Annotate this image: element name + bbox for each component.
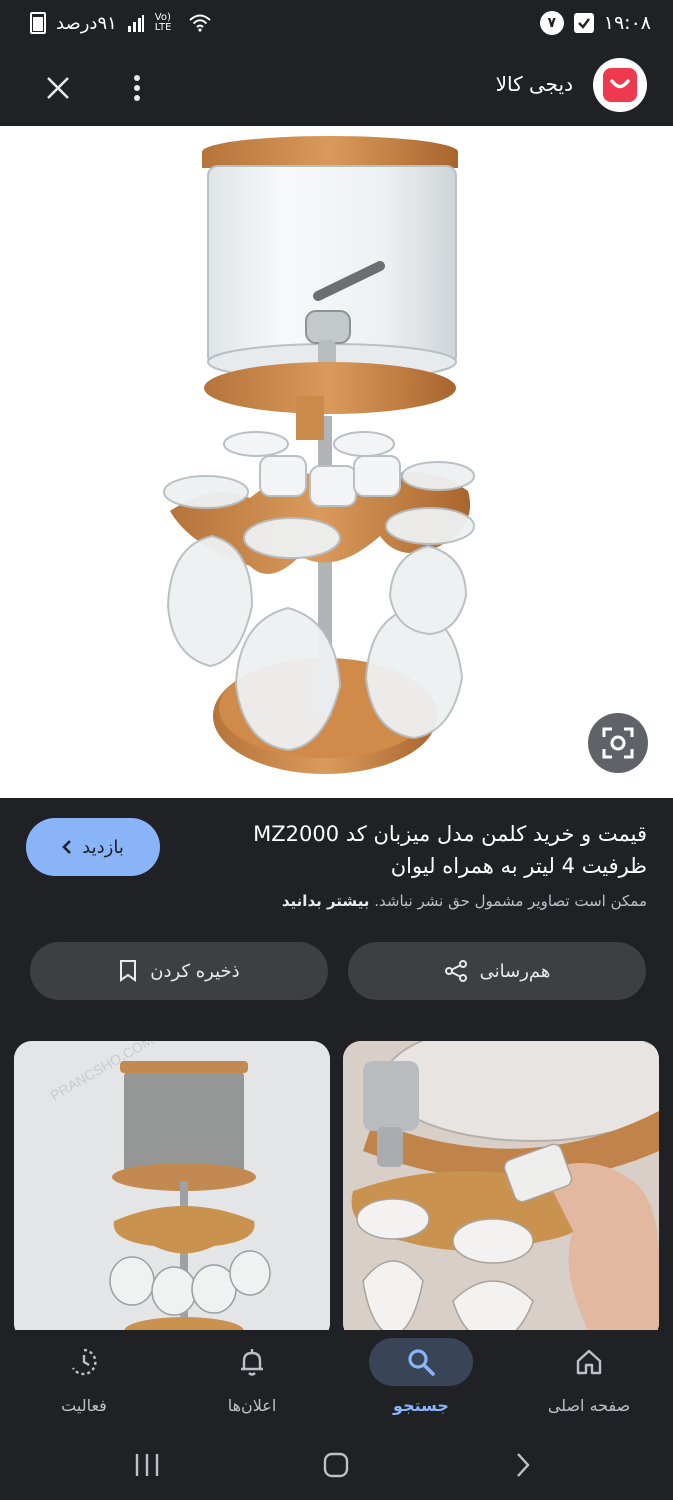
drink-dispenser-illustration — [163, 136, 475, 774]
nav-icon-search — [369, 1338, 473, 1386]
home-system-button[interactable] — [306, 1440, 366, 1490]
notification-count-badge: ۷ — [539, 11, 564, 35]
dispenser-thumbnail-1: PRANCSHO.COM — [14, 1041, 330, 1341]
nav-label-activity: فعالیت — [61, 1396, 107, 1415]
network-text: Vo) LTE — [154, 12, 172, 33]
visit-label: بازدید — [82, 836, 124, 858]
nav-item-home[interactable]: صفحه اصلی — [505, 1330, 673, 1430]
dispenser-thumbnail-2 — [343, 1041, 659, 1341]
bell-icon — [241, 1349, 263, 1376]
nav-item-activity[interactable]: فعالیت — [0, 1330, 168, 1430]
copyright-note: ممکن است تصاویر مشمول حق نشر نباشد. بیشت… — [47, 892, 647, 910]
clock: ۱۹:۰۸ — [603, 12, 651, 34]
check-icon — [573, 13, 594, 33]
nav-icon-notifications — [200, 1338, 304, 1386]
nav-label-search: جستجو — [393, 1396, 449, 1415]
signal-icon — [127, 15, 144, 32]
search-icon — [408, 1349, 435, 1376]
visit-button[interactable]: بازدید — [26, 818, 160, 876]
bottom-navigation: صفحه اصلی جستجو اعلان‌ها فعالیت — [0, 1330, 673, 1430]
more-options-button[interactable] — [117, 66, 157, 110]
bookmark-icon — [120, 960, 137, 982]
share-label: هم‌رسانی — [479, 960, 551, 982]
activity-icon — [71, 1348, 97, 1376]
system-navigation-bar — [0, 1430, 673, 1500]
status-right: ۷ ۱۹:۰۸ — [539, 10, 651, 36]
status-left: ۹۱درصد Vo) LTE — [30, 10, 211, 36]
result-title[interactable]: قیمت و خرید کلمن مدل میزبان کد MZ2000 ظر… — [207, 818, 647, 882]
more-vert-icon — [134, 75, 140, 101]
copyright-text: ممکن است تصاویر مشمول حق نشر نباشد. — [374, 892, 647, 910]
save-label: ذخیره کردن — [150, 960, 240, 982]
home-icon — [576, 1349, 602, 1375]
top-app-bar: دیجی کالا — [0, 50, 673, 126]
product-image[interactable] — [0, 126, 673, 798]
wifi-icon — [189, 14, 211, 32]
nav-label-home: صفحه اصلی — [547, 1396, 631, 1415]
close-button[interactable] — [36, 66, 80, 110]
google-lens-button[interactable] — [588, 713, 648, 773]
home-square-icon — [323, 1452, 349, 1478]
related-image-1[interactable]: PRANCSHO.COM — [14, 1041, 330, 1341]
digikala-logo-icon — [603, 68, 637, 102]
site-logo[interactable] — [593, 58, 647, 112]
recents-icon — [135, 1454, 159, 1476]
battery-icon — [30, 12, 46, 34]
status-bar: ۹۱درصد Vo) LTE ۷ ۱۹:۰۸ — [0, 0, 673, 50]
nav-icon-home — [537, 1338, 641, 1386]
chevron-left-icon — [62, 840, 72, 854]
nav-label-notifications: اعلان‌ها — [227, 1396, 277, 1415]
nav-item-notifications[interactable]: اعلان‌ها — [168, 1330, 336, 1430]
share-icon — [444, 960, 467, 982]
nav-item-search[interactable]: جستجو — [337, 1330, 505, 1430]
recent-apps-button[interactable] — [117, 1440, 177, 1490]
chevron-right-icon — [517, 1453, 530, 1477]
close-icon — [47, 77, 69, 99]
battery-text: ۹۱درصد — [56, 12, 117, 34]
site-name[interactable]: دیجی کالا — [496, 72, 573, 96]
back-system-button[interactable] — [493, 1440, 553, 1490]
related-image-2[interactable] — [343, 1041, 659, 1341]
learn-more-link[interactable]: بیشتر بدانید — [282, 892, 370, 910]
lens-icon — [602, 727, 634, 759]
share-button[interactable]: هم‌رسانی — [348, 942, 646, 1000]
save-button[interactable]: ذخیره کردن — [30, 942, 328, 1000]
nav-icon-activity — [32, 1338, 136, 1386]
